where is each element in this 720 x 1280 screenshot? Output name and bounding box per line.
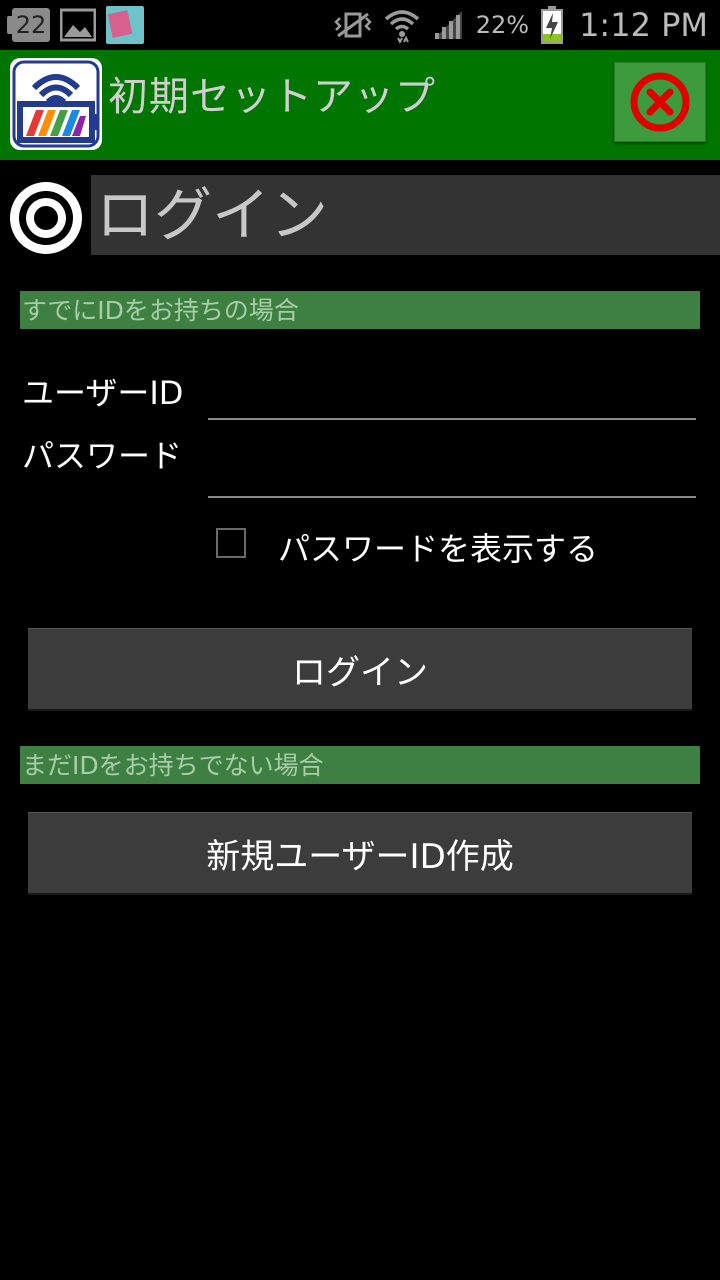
close-button[interactable] — [614, 62, 706, 142]
show-password-checkbox[interactable] — [216, 528, 246, 558]
calendar-icon: 22 — [7, 8, 50, 42]
show-password-label[interactable]: パスワードを表示する — [278, 524, 598, 570]
wifi-icon — [384, 10, 419, 43]
notification-thumbnail — [106, 6, 144, 44]
status-bar: 22 22% 1:12 PM — [0, 0, 720, 50]
gallery-icon — [60, 8, 96, 42]
signal-icon — [433, 11, 462, 39]
login-button[interactable]: ログイン — [28, 628, 692, 709]
user-id-field[interactable] — [208, 368, 696, 420]
new-user-header: まだIDをお持ちでない場合 — [20, 746, 700, 784]
existing-user-header: すでにIDをお持ちの場合 — [20, 291, 700, 329]
clock: 1:12 PM — [579, 6, 708, 44]
status-bar-system: 22% 1:12 PM — [333, 0, 708, 50]
user-id-label: ユーザーID — [22, 374, 184, 412]
target-icon — [10, 182, 82, 254]
app-title: 初期セットアップ — [108, 74, 436, 120]
app-logo — [10, 58, 102, 150]
status-bar-notifications: 22 — [7, 6, 144, 44]
password-label: パスワード — [22, 437, 183, 475]
password-field[interactable] — [208, 446, 696, 498]
app-header: 初期セットアップ — [0, 50, 720, 160]
close-icon — [630, 72, 690, 132]
battery-charging-icon — [541, 6, 564, 44]
create-user-id-button[interactable]: 新規ユーザーID作成 — [28, 812, 692, 893]
section-title: ログイン — [96, 181, 329, 249]
vibrate-mute-icon — [333, 12, 372, 38]
battery-percent: 22% — [475, 11, 530, 39]
